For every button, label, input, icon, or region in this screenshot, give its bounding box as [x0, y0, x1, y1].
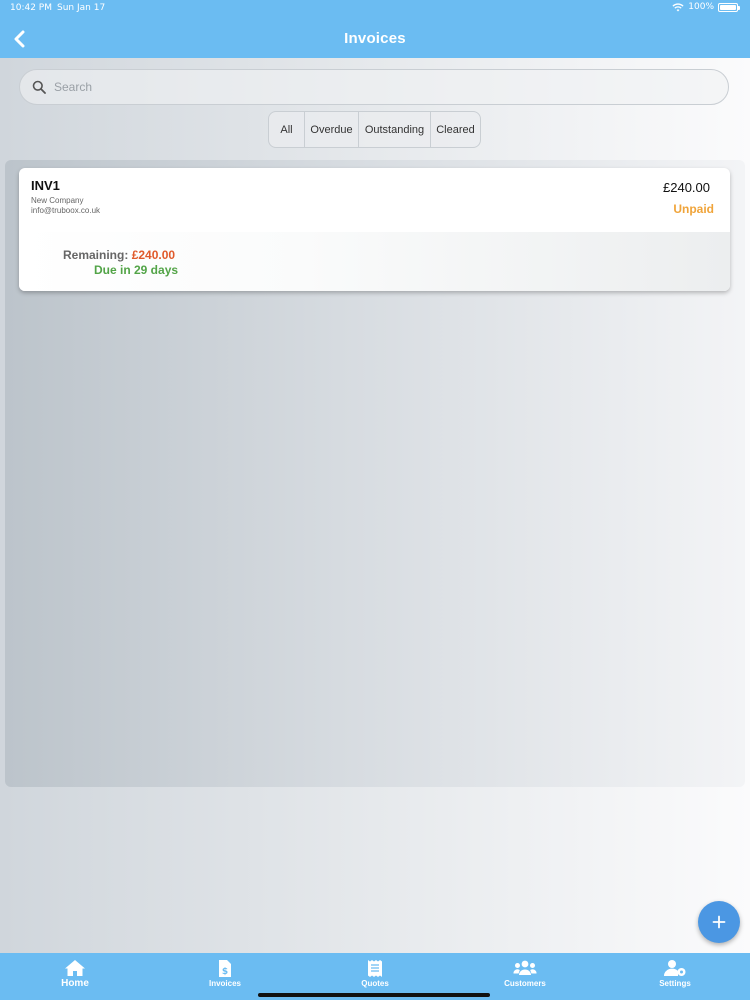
svg-text:$: $ [222, 967, 228, 977]
remaining-label: Remaining: [63, 248, 129, 262]
tab-label: Home [61, 978, 89, 989]
filter-outstanding[interactable]: Outstanding [359, 112, 431, 147]
status-date: Sun Jan 17 [57, 3, 106, 13]
invoice-number: INV1 [31, 178, 60, 193]
search-icon [32, 80, 46, 94]
invoice-email: info@truboox.co.uk [31, 206, 101, 215]
wifi-icon [672, 2, 684, 11]
filter-overdue[interactable]: Overdue [305, 112, 359, 147]
app-header: 10:42 PM Sun Jan 17 100% Invoices [0, 0, 750, 58]
user-settings-icon [663, 960, 686, 976]
remaining-row: Remaining: £240.00 [63, 248, 175, 262]
receipt-icon [368, 960, 382, 977]
tab-label: Quotes [361, 979, 389, 988]
battery-icon [718, 2, 740, 12]
invoice-icon: $ [219, 960, 231, 977]
plus-icon [712, 915, 726, 929]
invoice-amount: £240.00 [663, 180, 710, 195]
users-icon [513, 960, 537, 975]
status-right: 100% [672, 2, 740, 12]
home-icon [65, 960, 85, 976]
invoice-card[interactable]: INV1 New Company info@truboox.co.uk £240… [19, 168, 730, 291]
search-bar[interactable] [19, 69, 729, 105]
battery-percent: 100% [688, 2, 714, 12]
add-invoice-button[interactable] [698, 901, 740, 943]
home-indicator [258, 993, 490, 997]
search-input[interactable] [54, 80, 694, 94]
tab-label: Invoices [208, 979, 241, 988]
status-bar: 10:42 PM Sun Jan 17 100% [0, 0, 750, 16]
status-time: 10:42 PM [10, 3, 52, 13]
invoice-company: New Company [31, 196, 84, 205]
page-title: Invoices [344, 30, 406, 47]
filter-cleared[interactable]: Cleared [431, 112, 480, 147]
filter-all[interactable]: All [269, 112, 305, 147]
invoice-card-footer: Remaining: £240.00 Due in 29 days [19, 232, 730, 291]
tab-label: Settings [659, 979, 691, 988]
due-text: Due in 29 days [94, 263, 179, 277]
tab-settings[interactable]: Settings [600, 953, 750, 1000]
filter-segmented-control: All Overdue Outstanding Cleared [268, 111, 481, 148]
tab-label: Customers [504, 979, 546, 988]
tab-home[interactable]: Home [0, 953, 150, 1000]
invoice-status: Unpaid [673, 202, 714, 216]
remaining-value: £240.00 [131, 248, 176, 262]
